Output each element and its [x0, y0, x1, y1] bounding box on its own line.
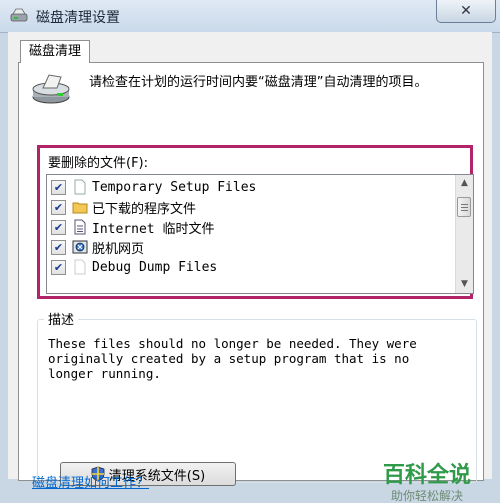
- list-item[interactable]: ✔ Debug Dump Files: [47, 257, 447, 277]
- list-item[interactable]: ✔ 脱机网页: [47, 237, 447, 257]
- document-icon: [74, 219, 86, 235]
- checkbox[interactable]: ✔: [51, 179, 66, 195]
- list-item[interactable]: ✔ Temporary Setup Files: [47, 177, 447, 197]
- checkbox[interactable]: ✔: [51, 219, 66, 235]
- list-item-label: 脱机网页: [92, 241, 145, 257]
- close-button[interactable]: ✕: [436, 0, 496, 23]
- title-bar: 磁盘清理设置 ✕: [0, 0, 500, 33]
- how-disk-cleanup-works-link[interactable]: 磁盘清理如何工作？: [32, 472, 149, 491]
- list-item[interactable]: ✔ Internet 临时文件: [47, 217, 447, 237]
- description-legend: 描述: [44, 309, 79, 328]
- tab-panel: 请检查在计划的运行时间内要“磁盘清理”自动清理的项目。 要删除的文件(F): ✔…: [18, 62, 484, 503]
- list-item-label: Internet 临时文件: [92, 221, 215, 237]
- close-icon: ✕: [460, 3, 472, 19]
- watermark: 百科全说 助你轻松解决: [377, 463, 477, 503]
- files-highlight-box: 要删除的文件(F): ✔ Temporary Setup Files ✔ 已下载…: [37, 145, 474, 299]
- blank-file-icon: [74, 259, 86, 275]
- checkbox[interactable]: ✔: [51, 259, 66, 275]
- tab-disk-cleanup[interactable]: 磁盘清理: [20, 40, 91, 63]
- list-item-label: 已下载的程序文件: [92, 201, 197, 217]
- list-item-label: Debug Dump Files: [92, 259, 218, 275]
- scroll-up-icon[interactable]: ▲: [456, 175, 473, 191]
- description-group: 描述 These files should no longer be neede…: [37, 309, 477, 486]
- scroll-down-icon[interactable]: ▼: [456, 276, 473, 292]
- dialog-body: 磁盘清理 请检查在计划的运行时间内要“磁盘清理”自动清理的项目。 要删除的文件(…: [8, 32, 492, 503]
- disk-cleanup-icon: [32, 74, 70, 104]
- blank-file-icon: [74, 179, 86, 195]
- window-title: 磁盘清理设置: [36, 10, 120, 26]
- watermark-main: 百科全说: [382, 463, 471, 488]
- scroll-thumb[interactable]: [457, 197, 471, 217]
- checkbox[interactable]: ✔: [51, 239, 66, 255]
- watermark-sub: 助你轻松解决: [390, 489, 463, 503]
- list-scrollbar[interactable]: ▲ ▼: [455, 175, 473, 293]
- offline-webpage-icon: [72, 240, 88, 254]
- folder-icon: [72, 202, 88, 214]
- list-item-label: Temporary Setup Files: [92, 179, 257, 195]
- checkbox[interactable]: ✔: [51, 199, 66, 215]
- files-listbox[interactable]: ✔ Temporary Setup Files ✔ 已下载的程序文件 ✔ Int…: [46, 174, 474, 294]
- intro-text: 请检查在计划的运行时间内要“磁盘清理”自动清理的项目。: [89, 75, 428, 90]
- disk-cleanup-app-icon: [10, 8, 28, 22]
- files-to-delete-label: 要删除的文件(F):: [48, 156, 149, 171]
- list-item[interactable]: ✔ 已下载的程序文件: [47, 197, 447, 217]
- description-text: These files should no longer be needed. …: [48, 336, 417, 381]
